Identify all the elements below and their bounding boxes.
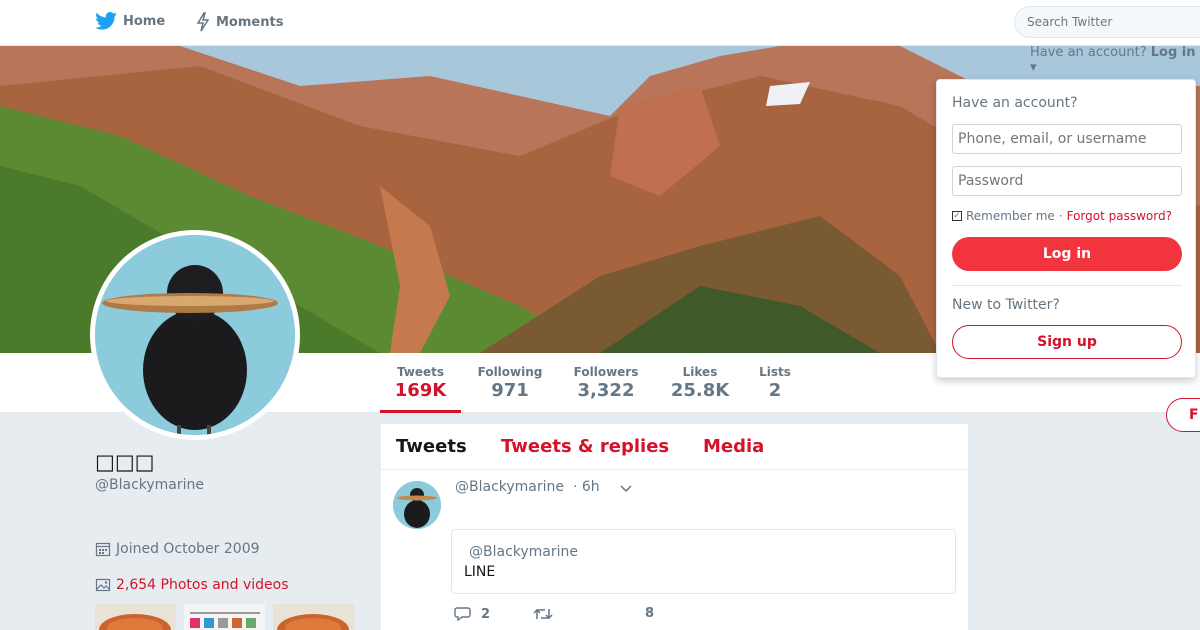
joined-row: Joined October 2009 — [95, 541, 260, 557]
profile-handle[interactable]: @Blackymarine — [95, 477, 204, 493]
caret-down-icon: ▾ — [1030, 60, 1037, 75]
login-heading: Have an account? — [952, 95, 1078, 111]
photo-thumbnail[interactable] — [273, 604, 354, 630]
photos-text: 2,654 Photos and videos — [116, 577, 289, 593]
profile-name: □□□ — [95, 450, 155, 474]
stat-value: 169K — [394, 380, 447, 401]
new-to-twitter-heading: New to Twitter? — [952, 297, 1060, 313]
image-icon — [95, 578, 111, 592]
tweet-avatar[interactable] — [393, 481, 441, 529]
stat-label: Tweets — [396, 365, 445, 379]
signup-button[interactable]: Sign up — [952, 325, 1182, 359]
stat-likes[interactable]: Likes 25.8K — [668, 365, 732, 401]
remember-row: ✓ Remember me · Forgot password? — [952, 209, 1172, 223]
retweet-action[interactable] — [533, 606, 553, 622]
stat-tweets[interactable]: Tweets 169K — [380, 365, 461, 413]
stat-lists[interactable]: Lists 2 — [756, 365, 794, 401]
tab-tweets-replies[interactable]: Tweets & replies — [501, 436, 669, 457]
like-action[interactable]: 8 — [618, 606, 654, 621]
quoted-tweet[interactable]: @Blackymarine LINE — [451, 529, 956, 594]
timeline: Tweets Tweets & replies Media @Blackymar… — [381, 424, 968, 630]
login-toggle[interactable]: Have an account? Log in ▾ — [1030, 45, 1200, 75]
reply-count: 2 — [481, 606, 491, 622]
remember-checkbox[interactable]: ✓ — [952, 211, 962, 221]
chevron-down-icon[interactable] — [619, 481, 633, 497]
stat-value: 2 — [768, 380, 782, 401]
tab-media[interactable]: Media — [703, 436, 764, 457]
login-toggle-link[interactable]: Log in — [1151, 45, 1196, 60]
twitter-bird-icon — [95, 12, 117, 30]
profile-avatar[interactable] — [90, 230, 300, 440]
separator: · — [1058, 209, 1063, 223]
stat-label: Following — [477, 365, 543, 379]
stat-value: 25.8K — [670, 380, 730, 401]
stat-following[interactable]: Following 971 — [474, 365, 546, 401]
login-button[interactable]: Log in — [952, 237, 1182, 271]
nav-moments[interactable]: Moments — [196, 12, 283, 32]
tab-tweets[interactable]: Tweets — [396, 436, 467, 457]
forgot-password-link[interactable]: Forgot password? — [1067, 209, 1172, 223]
login-toggle-prompt: Have an account? — [1030, 45, 1147, 60]
username-field[interactable] — [952, 124, 1182, 154]
reply-action[interactable]: 2 — [454, 606, 490, 622]
calendar-icon — [95, 542, 111, 557]
nav-home[interactable]: Home — [95, 12, 165, 30]
tweet-time[interactable]: · 6h — [573, 479, 600, 495]
stat-label: Lists — [759, 365, 791, 379]
retweet-icon — [533, 608, 553, 620]
reply-icon — [454, 607, 471, 622]
top-nav: Home Moments — [0, 0, 1200, 46]
stat-followers[interactable]: Followers 3,322 — [570, 365, 642, 401]
photo-thumbnail[interactable] — [95, 604, 176, 630]
divider — [952, 285, 1182, 286]
photos-link[interactable]: 2,654 Photos and videos — [95, 577, 289, 593]
stat-label: Followers — [573, 365, 639, 379]
crow-avatar-image — [95, 235, 295, 435]
search-input[interactable] — [1014, 6, 1200, 38]
timeline-tabs: Tweets Tweets & replies Media — [381, 424, 968, 470]
lightning-icon — [196, 12, 210, 32]
remember-label: Remember me — [966, 209, 1055, 223]
login-dropdown: Have an account? ✓ Remember me · Forgot … — [936, 79, 1196, 378]
nav-home-label: Home — [123, 13, 166, 29]
quoted-text: LINE — [464, 564, 496, 580]
stat-label: Likes — [682, 365, 718, 379]
nav-moments-label: Moments — [216, 14, 284, 30]
tweet-handle[interactable]: @Blackymarine — [455, 479, 564, 495]
like-count: 8 — [645, 606, 655, 621]
stat-value: 971 — [491, 380, 529, 401]
photo-thumbnail[interactable] — [184, 604, 265, 630]
stat-value: 3,322 — [577, 380, 635, 401]
follow-button[interactable]: F — [1166, 398, 1200, 432]
joined-text: Joined October 2009 — [116, 541, 260, 557]
password-field[interactable] — [952, 166, 1182, 196]
quoted-handle: @Blackymarine — [469, 544, 579, 560]
